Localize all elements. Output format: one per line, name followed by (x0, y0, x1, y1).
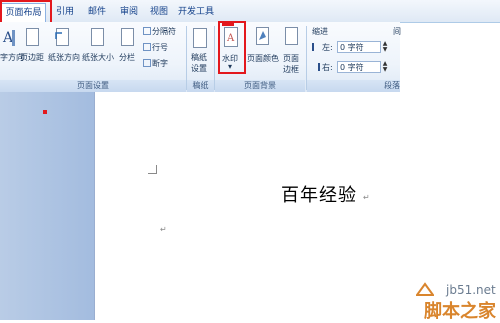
manuscript-icon (193, 28, 207, 48)
orientation-arrow-icon (55, 32, 62, 39)
page-border-button-line2: 边框 (283, 65, 299, 74)
margins-button[interactable]: 页边距 (20, 52, 44, 63)
site-name: 脚本之家 (424, 301, 496, 322)
manuscript-button-line2: 设置 (191, 64, 207, 73)
orientation-button[interactable]: 纸张方向 (48, 52, 80, 63)
document-text[interactable]: 百年经验 (281, 181, 357, 207)
indent-right-label: 右: (322, 63, 333, 72)
manuscript-group-label: 稿纸 (187, 80, 214, 92)
indent-left-input[interactable]: 0 字符 (337, 41, 381, 53)
ribbon-tab-bar: 页面布局 引用 邮件 审阅 视图 开发工具 (0, 0, 500, 23)
tab-view[interactable]: 视图 (144, 3, 174, 21)
text-direction-icon: A (2, 30, 15, 46)
page-border-button[interactable]: 页面 (283, 53, 299, 64)
indent-right-input[interactable]: 0 字符 (337, 61, 381, 73)
indent-right-spinner[interactable]: ▲ ▼ (381, 61, 389, 73)
tab-references[interactable]: 引用 (50, 3, 80, 21)
page-border-icon (285, 27, 298, 45)
indent-left-icon (312, 43, 320, 51)
manuscript-button[interactable]: 稿纸 (191, 52, 207, 63)
breaks-button[interactable]: 分隔符 (152, 26, 176, 37)
indent-right-icon (312, 63, 320, 71)
margin-corner-mark (148, 165, 157, 174)
tab-review[interactable]: 审阅 (114, 3, 144, 21)
indent-left-spinner[interactable]: ▲ ▼ (381, 41, 389, 53)
indent-title: 缩进 (312, 27, 328, 36)
tab-developer[interactable]: 开发工具 (174, 3, 218, 21)
indent-left-label: 左: (322, 43, 333, 52)
margins-icon (26, 28, 39, 46)
page-setup-group-label: 页面设置 (0, 80, 186, 92)
columns-button[interactable]: 分栏 (119, 52, 135, 63)
breaks-icon (143, 27, 151, 35)
red-dot-marker (43, 110, 47, 114)
highlight-marker (222, 21, 234, 26)
line-numbers-button[interactable]: 行号 (152, 42, 168, 53)
workspace-background (0, 92, 94, 320)
paragraph-mark: ↵ (160, 225, 167, 234)
page-background-group-label: 页面背景 (215, 80, 305, 92)
spacing-title: 间 (393, 27, 401, 36)
page-color-icon (256, 27, 269, 45)
paragraph-mark-end: ↵ (363, 193, 370, 202)
columns-icon (121, 28, 134, 46)
site-logo-icon (416, 282, 434, 296)
tab-mailings[interactable]: 邮件 (82, 3, 112, 21)
hyphenation-button[interactable]: 断字 (152, 58, 168, 69)
hyphenation-icon (143, 59, 151, 67)
paragraph-group-label: 段落 (307, 80, 400, 92)
highlight-box-watermark (218, 21, 246, 74)
page-color-button[interactable]: 页面颜色 (247, 53, 279, 64)
paper-size-icon (91, 28, 104, 46)
paper-size-button[interactable]: 纸张大小 (82, 52, 114, 63)
site-url: jb51.net (446, 283, 496, 297)
line-numbers-icon (143, 43, 151, 51)
